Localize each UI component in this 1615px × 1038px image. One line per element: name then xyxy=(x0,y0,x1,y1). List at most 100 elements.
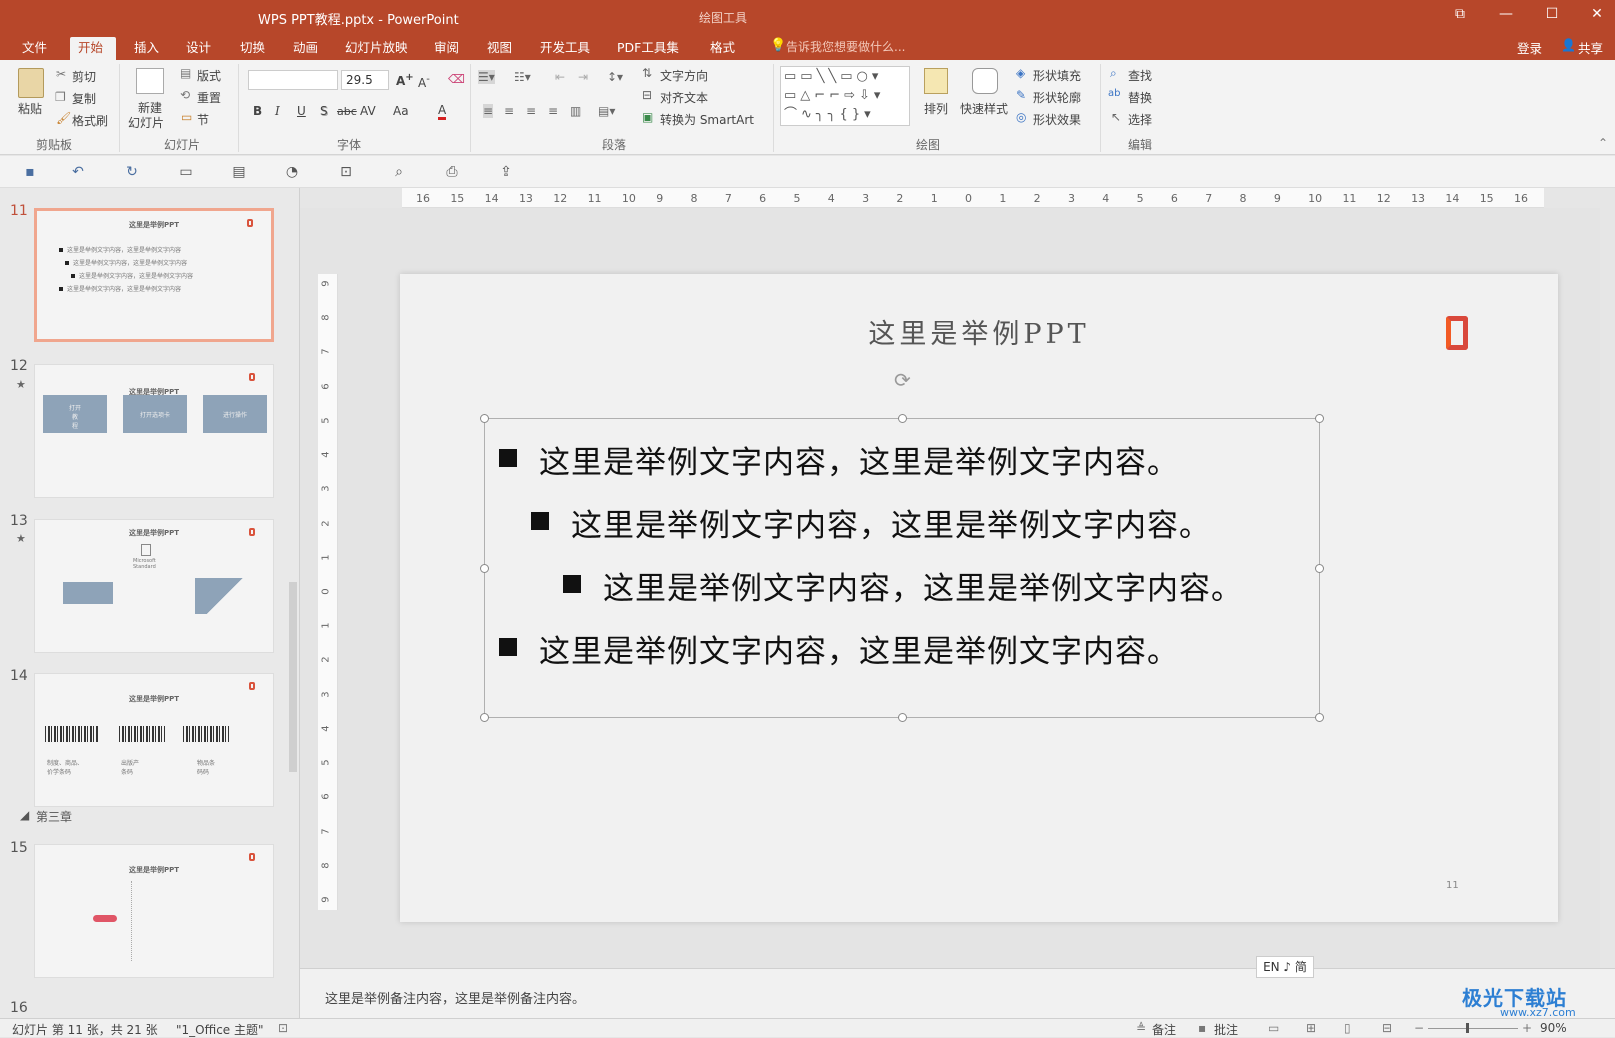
tab-animations[interactable]: 动画 xyxy=(285,37,326,60)
resize-handle[interactable] xyxy=(1315,564,1324,573)
resize-handle[interactable] xyxy=(1315,414,1324,423)
resize-handle[interactable] xyxy=(480,713,489,722)
minimize-button[interactable]: — xyxy=(1489,6,1523,26)
slideshow-icon[interactable]: ▭ xyxy=(178,164,194,180)
tab-home[interactable]: 开始 xyxy=(70,37,116,60)
layout-button[interactable]: 版式 xyxy=(197,67,221,84)
tab-file[interactable]: 文件 xyxy=(14,37,55,60)
quick-styles-icon[interactable] xyxy=(972,68,998,94)
scrollbar-thumb[interactable] xyxy=(289,582,297,772)
present-icon[interactable]: ⊡ xyxy=(338,164,354,180)
bold-button[interactable]: B xyxy=(253,104,262,118)
spell-check-icon[interactable]: ⊡ xyxy=(278,1021,288,1035)
font-color-button[interactable]: A xyxy=(438,103,447,120)
tab-view[interactable]: 视图 xyxy=(479,37,520,60)
line-spacing-icon[interactable]: ↕▾ xyxy=(607,70,623,84)
bullet-text-level1[interactable]: 这里是举例文字内容，这里是举例文字内容。 xyxy=(539,626,1179,671)
change-case-button[interactable]: Aa xyxy=(393,104,409,118)
resize-handle[interactable] xyxy=(1315,713,1324,722)
shrink-font-icon[interactable]: A- xyxy=(418,74,430,90)
sign-in-link[interactable]: 登录 xyxy=(1517,38,1542,57)
rotate-handle-icon[interactable]: ⟳ xyxy=(894,368,911,392)
select-button[interactable]: 选择 xyxy=(1128,111,1152,128)
content-text-box[interactable]: 这里是举例文字内容，这里是举例文字内容。 这里是举例文字内容，这里是举例文字内容… xyxy=(480,414,1324,722)
justify-icon[interactable]: ≡ xyxy=(548,104,558,118)
columns-icon[interactable]: ▤▾ xyxy=(598,104,615,118)
reset-button[interactable]: 重置 xyxy=(197,89,221,106)
underline-button[interactable]: U xyxy=(297,104,306,118)
reading-view-icon[interactable]: ▯ xyxy=(1344,1021,1351,1035)
align-center-icon[interactable]: ≡ xyxy=(504,104,514,118)
char-spacing-button[interactable]: AV xyxy=(360,104,376,118)
quick-styles-button[interactable]: 快速样式 xyxy=(960,100,1008,117)
slide-thumbnail-13[interactable]: 这里是举例PPT Microsoft Standard xyxy=(34,519,274,653)
grow-font-icon[interactable]: A+ xyxy=(396,72,414,88)
shape-fill-button[interactable]: 形状填充 xyxy=(1033,67,1081,84)
tab-format[interactable]: 格式 xyxy=(702,37,743,60)
bullets-icon[interactable]: ☰▾ xyxy=(478,70,495,84)
text-direction-button[interactable]: 文字方向 xyxy=(660,67,708,84)
align-left-icon[interactable]: ≡ xyxy=(483,104,494,118)
share-button[interactable]: 共享 xyxy=(1578,38,1603,57)
zoom-slider[interactable] xyxy=(1428,1028,1518,1029)
shadow-button[interactable]: S xyxy=(320,104,328,118)
arrange-icon[interactable] xyxy=(924,68,948,94)
section-button[interactable]: 节 xyxy=(197,111,209,128)
notes-text[interactable]: 这里是举例备注内容，这里是举例备注内容。 xyxy=(325,988,585,1007)
shapes-gallery[interactable]: ▭▭╲╲▭○▾ ▭△⌐⌐⇨⇩▾ ⌒∿╮╮{}▾ xyxy=(780,66,910,126)
new-slide-label-2[interactable]: 幻灯片 xyxy=(128,114,164,131)
slide-sorter-icon[interactable]: ⊞ xyxy=(1306,1021,1316,1035)
zoom-in-icon[interactable]: + xyxy=(1522,1021,1532,1035)
save-icon[interactable]: ▪ xyxy=(22,164,38,180)
export-icon[interactable]: ⇪ xyxy=(498,164,514,180)
numbering-icon[interactable]: ☷▾ xyxy=(514,70,531,84)
shape-outline-button[interactable]: 形状轮廓 xyxy=(1033,89,1081,106)
section-collapse-icon[interactable]: ◢ xyxy=(20,808,29,822)
zoom-slider-thumb[interactable] xyxy=(1466,1023,1469,1033)
tab-review[interactable]: 审阅 xyxy=(426,37,467,60)
tab-insert[interactable]: 插入 xyxy=(126,37,167,60)
align-text-button[interactable]: 对齐文本 xyxy=(660,89,708,106)
tell-me-search[interactable]: 告诉我您想要做什么... xyxy=(786,38,905,55)
ime-indicator[interactable]: EN ♪ 简 xyxy=(1256,956,1314,978)
slide-thumbnail-14[interactable]: 这里是举例PPT 制度、商品、 价学条码 出版产 条码 物品条 码码 xyxy=(34,673,274,807)
vertical-ruler[interactable]: 9 8 7 6 5 4 3 2 1 0 1 2 3 4 5 6 7 8 9 xyxy=(318,274,338,910)
format-painter-button[interactable]: 格式刷 xyxy=(72,112,108,129)
horizontal-ruler[interactable]: 16 15 14 13 12 11 10 9 8 7 6 5 4 3 2 1 0 1 2 3 4 5 6 7 8 9 10 11 12 1… xyxy=(402,188,1544,208)
section-header[interactable]: 第三章 xyxy=(36,808,72,825)
paste-button[interactable]: 粘贴 xyxy=(18,100,42,117)
shape-effects-button[interactable]: 形状效果 xyxy=(1033,111,1081,128)
decrease-indent-icon[interactable]: ⇤ xyxy=(555,70,565,84)
convert-smartart-button[interactable]: 转换为 SmartArt xyxy=(660,111,754,128)
resize-handle[interactable] xyxy=(480,564,489,573)
close-button[interactable]: ✕ xyxy=(1580,6,1614,26)
tab-pdf-tools[interactable]: PDF工具集 xyxy=(609,37,687,60)
font-size-combobox[interactable]: 29.5 xyxy=(341,70,389,90)
slide-thumbnail-12[interactable]: 这里是举例PPT 打开 教 程 打开选项卡 进行操作 xyxy=(34,364,274,498)
align-right-icon[interactable]: ≡ xyxy=(526,104,536,118)
thumbnails-scrollbar[interactable] xyxy=(288,192,298,1012)
font-name-combobox[interactable] xyxy=(248,70,338,90)
slide-thumbnail-11[interactable]: 这里是举例PPT 这里是举例文字内容，这里是举例文字内容 这里是举例文字内容，这… xyxy=(34,208,274,342)
bullet-text-level1[interactable]: 这里是举例文字内容，这里是举例文字内容。 xyxy=(539,437,1179,482)
preview-icon[interactable]: ⌕ xyxy=(391,164,407,180)
strikethrough-button[interactable]: abc xyxy=(337,105,357,118)
find-button[interactable]: 查找 xyxy=(1128,67,1152,84)
italic-button[interactable]: I xyxy=(275,104,280,118)
slide-thumbnail-15[interactable]: 这里是举例PPT xyxy=(34,844,274,978)
tab-transitions[interactable]: 切换 xyxy=(232,37,273,60)
tab-design[interactable]: 设计 xyxy=(178,37,219,60)
arrange-button[interactable]: 排列 xyxy=(924,100,948,117)
redo-icon[interactable]: ↻ xyxy=(124,164,140,180)
undo-icon[interactable]: ↶ xyxy=(70,164,86,180)
bullet-text-level2[interactable]: 这里是举例文字内容，这里是举例文字内容。 xyxy=(571,500,1211,545)
zoom-level[interactable]: 90% xyxy=(1540,1021,1567,1035)
clear-format-icon[interactable]: ⌫ xyxy=(448,72,465,86)
tab-developer[interactable]: 开发工具 xyxy=(532,37,598,60)
ribbon-display-options-button[interactable]: ⧉ xyxy=(1443,6,1477,26)
notes-toggle-button[interactable]: 备注 xyxy=(1152,1021,1176,1038)
resize-handle[interactable] xyxy=(898,414,907,423)
collapse-ribbon-icon[interactable]: ⌃ xyxy=(1598,136,1608,150)
new-slide-icon[interactable] xyxy=(136,68,164,94)
print-icon[interactable]: ⎙ xyxy=(444,164,460,180)
